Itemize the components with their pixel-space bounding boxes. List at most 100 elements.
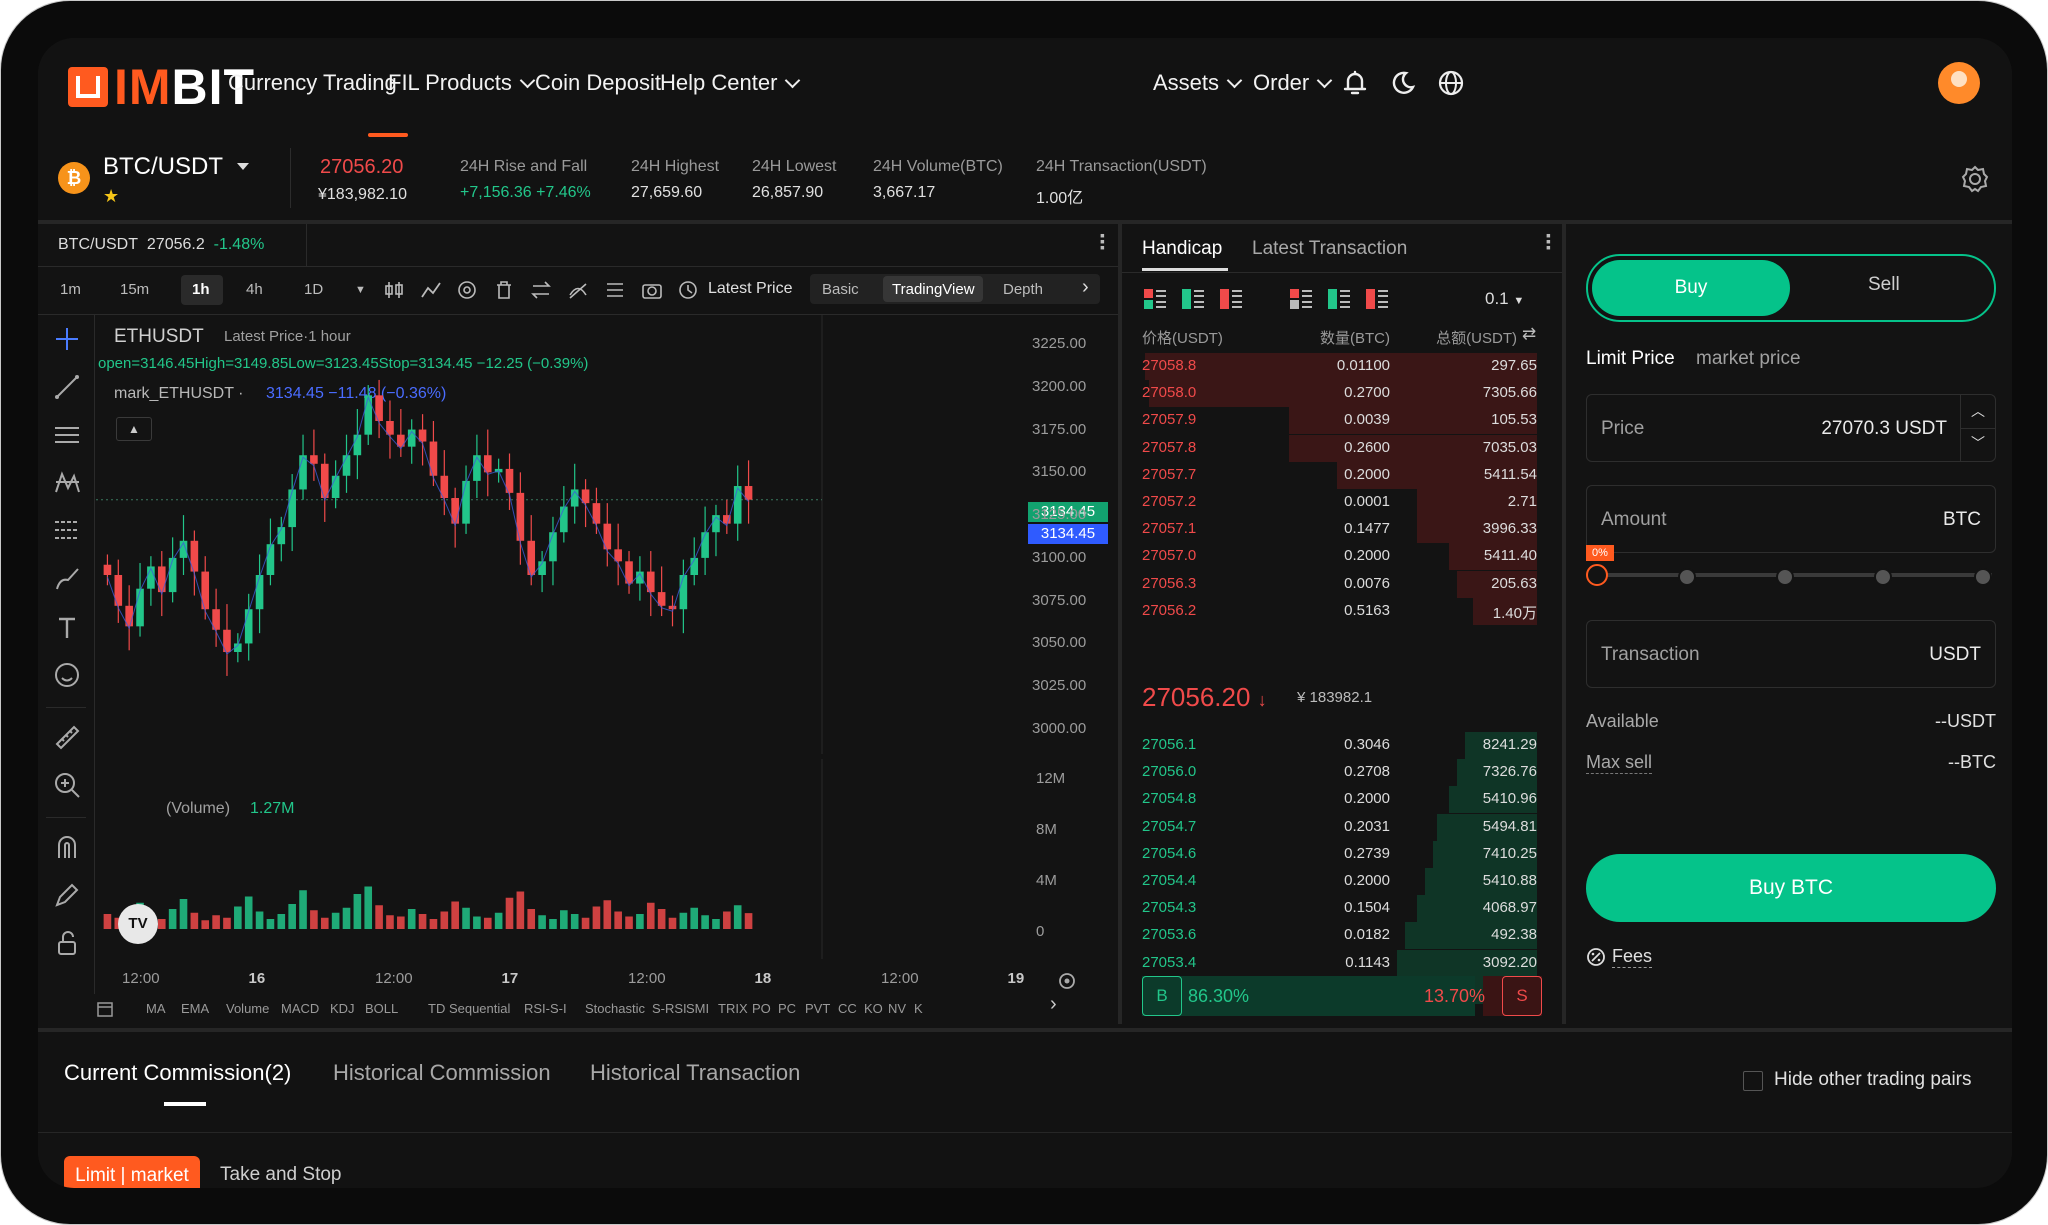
indicator-boll[interactable]: BOLL: [365, 1001, 398, 1016]
candlestick-plot[interactable]: [96, 314, 1064, 754]
magnet-icon[interactable]: [52, 832, 82, 862]
pencil-lock-icon[interactable]: [52, 880, 82, 910]
bid-row[interactable]: 27054.4 0.2000 5410.88: [1122, 868, 1542, 895]
indicator-td-sequential[interactable]: TD Sequential: [428, 1001, 510, 1016]
sell-tab[interactable]: Sell: [1868, 274, 1900, 296]
indicator-icon[interactable]: [420, 280, 442, 300]
tab-historical-transaction[interactable]: Historical Transaction: [590, 1060, 800, 1086]
view-basic[interactable]: Basic: [822, 281, 859, 298]
bid-row[interactable]: 27054.8 0.2000 5410.96: [1122, 786, 1542, 814]
ask-row[interactable]: 27057.1 0.1477 3996.33: [1122, 516, 1542, 544]
chart-settings-icon[interactable]: [1056, 970, 1078, 992]
amount-slider-handle[interactable]: [1586, 564, 1608, 586]
increase-price-button[interactable]: ︿: [1961, 395, 1995, 429]
interval-4h[interactable]: 4h: [246, 281, 263, 298]
crosshair-icon[interactable]: [52, 324, 82, 354]
indicator-ko[interactable]: KO: [864, 1001, 883, 1016]
nav-currency-trading[interactable]: Currency Trading: [228, 70, 397, 96]
bid-row[interactable]: 27056.0 0.2708 7326.76: [1122, 759, 1542, 787]
tradingview-logo[interactable]: TV: [118, 904, 158, 944]
settings-gear-icon[interactable]: [1960, 164, 1990, 194]
emoji-icon[interactable]: [52, 660, 82, 690]
candle-type-icon[interactable]: [383, 280, 405, 300]
moon-icon[interactable]: [1388, 68, 1418, 98]
nav-assets[interactable]: Assets: [1153, 70, 1243, 96]
buy-tab[interactable]: Buy: [1592, 260, 1790, 316]
text-icon[interactable]: [52, 612, 82, 642]
book-layout-bids-icon[interactable]: [1326, 287, 1352, 311]
camera-icon[interactable]: [641, 280, 663, 300]
transaction-field[interactable]: Transaction USDT: [1586, 620, 1996, 688]
list-icon[interactable]: [604, 280, 626, 300]
price-input[interactable]: 27070.3 USDT: [1821, 418, 1947, 440]
nav-help-center[interactable]: Help Center: [660, 70, 801, 96]
ask-row[interactable]: 27058.0 0.2700 7305.66: [1122, 380, 1542, 408]
unlock-icon[interactable]: [52, 928, 82, 958]
slider-step-100[interactable]: [1974, 568, 1992, 586]
indicator-macd[interactable]: MACD: [281, 1001, 319, 1016]
ask-row[interactable]: 27057.8 0.2600 7035.03: [1122, 434, 1542, 462]
tab-historical-commission[interactable]: Historical Commission: [333, 1060, 551, 1086]
tab-current-commission[interactable]: Current Commission(2): [64, 1060, 291, 1086]
indicator-ma[interactable]: MA: [146, 1001, 166, 1016]
indicator-k[interactable]: K: [914, 1001, 923, 1016]
draw-visibility-icon[interactable]: [567, 280, 589, 300]
indicator-rsi-s-i[interactable]: RSI-S-I: [524, 1001, 567, 1016]
buy-btc-button[interactable]: Buy BTC: [1586, 854, 1996, 922]
indicator-pc[interactable]: PC: [778, 1001, 796, 1016]
book-layout-icon[interactable]: [1288, 287, 1314, 311]
ask-row[interactable]: 27056.2 0.5163 1.40万: [1122, 597, 1542, 625]
chevron-right-icon[interactable]: ›: [1082, 276, 1089, 299]
bid-row[interactable]: 27053.6 0.0182 492.38: [1122, 922, 1542, 950]
ask-row[interactable]: 27057.0 0.2000 5411.40: [1122, 543, 1542, 571]
view-depth[interactable]: Depth: [1003, 281, 1043, 298]
bid-row[interactable]: 27053.4 0.1143 3092.20: [1122, 949, 1542, 977]
indicator-ema[interactable]: EMA: [181, 1001, 209, 1016]
limit-market-filter[interactable]: Limit | market: [64, 1156, 200, 1188]
bid-row[interactable]: 27054.7 0.2031 5494.81: [1122, 813, 1542, 841]
interval-1h[interactable]: 1h: [192, 281, 210, 298]
view-tradingview[interactable]: TradingView: [892, 281, 975, 298]
pattern-icon[interactable]: [52, 468, 82, 498]
indicator-smi[interactable]: SMI: [686, 1001, 709, 1016]
indicator-stochastic[interactable]: Stochastic: [585, 1001, 645, 1016]
indicator-kdj[interactable]: KDJ: [330, 1001, 355, 1016]
price-field[interactable]: Price 27070.3 USDT ︿ ﹀: [1586, 394, 1996, 462]
ask-row[interactable]: 27057.9 0.0039 105.53: [1122, 407, 1542, 435]
trend-line-icon[interactable]: [52, 372, 82, 402]
bid-row[interactable]: 27054.3 0.1504 4068.97: [1122, 895, 1542, 923]
bid-row[interactable]: 27054.6 0.2739 7410.25: [1122, 840, 1542, 868]
ruler-icon[interactable]: [52, 722, 82, 752]
nav-coin-deposit[interactable]: Coin Deposit: [535, 70, 661, 96]
ask-row[interactable]: 27057.2 0.0001 2.71: [1122, 489, 1542, 516]
indicator-s-rsi[interactable]: S-RSI: [652, 1001, 687, 1016]
ask-row[interactable]: 27057.7 0.2000 5411.54: [1122, 461, 1542, 489]
decrease-price-button[interactable]: ﹀: [1961, 428, 1995, 461]
book-layout-asks-icon[interactable]: [1364, 287, 1390, 311]
avatar[interactable]: [1938, 62, 1980, 104]
menu-icon[interactable]: ▪ ▪ ▪: [1100, 228, 1105, 254]
favorite-star-icon[interactable]: ★: [103, 186, 119, 207]
take-and-stop-filter[interactable]: Take and Stop: [220, 1164, 341, 1186]
fees-link[interactable]: Fees: [1612, 946, 1653, 968]
compare-icon[interactable]: [530, 280, 552, 300]
latest-price-toggle[interactable]: Latest Price: [708, 280, 792, 298]
indicator-volume[interactable]: Volume: [226, 1001, 269, 1016]
indicator-pvt[interactable]: PVT: [805, 1001, 830, 1016]
book-asks-icon[interactable]: [1218, 287, 1244, 311]
tab-handicap[interactable]: Handicap: [1142, 238, 1222, 260]
precision-select[interactable]: 0.1 ▼: [1485, 289, 1524, 309]
pair-selector[interactable]: BTC/USDT: [103, 153, 249, 181]
calendar-icon[interactable]: [96, 1000, 114, 1018]
interval-1m[interactable]: 1m: [60, 281, 81, 298]
amount-field[interactable]: Amount BTC: [1586, 485, 1996, 553]
ask-row[interactable]: 27056.3 0.0076 205.63: [1122, 570, 1542, 598]
book-both-icon[interactable]: [1142, 287, 1168, 311]
interval-1d[interactable]: 1D: [304, 281, 323, 298]
book-bids-icon[interactable]: [1180, 287, 1206, 311]
horizontal-lines-icon[interactable]: [52, 420, 82, 450]
nav-fil-products[interactable]: FIL Products: [388, 70, 536, 96]
slider-step-25[interactable]: [1678, 568, 1696, 586]
bid-row[interactable]: 27056.1 0.3046 8241.29: [1122, 732, 1542, 759]
trash-icon[interactable]: [493, 280, 515, 300]
